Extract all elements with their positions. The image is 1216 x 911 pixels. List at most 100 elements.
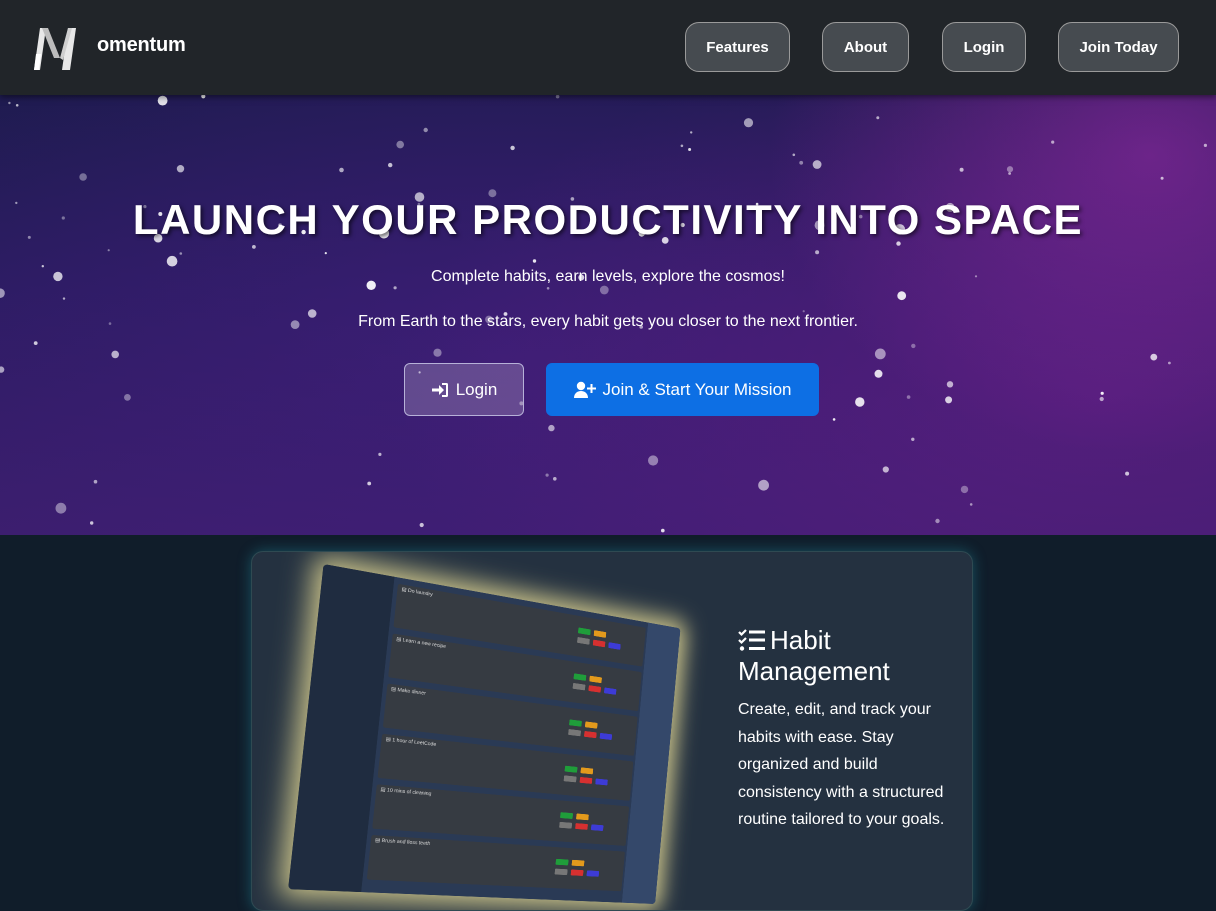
- preview-action-chip: [559, 822, 572, 829]
- preview-action-chip: [586, 870, 599, 876]
- nav-login-button[interactable]: Login: [942, 22, 1026, 72]
- star: [681, 145, 684, 148]
- star: [167, 256, 178, 267]
- star: [1168, 362, 1171, 365]
- preview-action-chip: [560, 812, 573, 819]
- preview-action-chip: [578, 627, 591, 635]
- hero-tagline: From Earth to the stars, every habit get…: [0, 313, 1216, 331]
- star: [744, 118, 753, 127]
- star: [945, 396, 952, 403]
- star: [688, 148, 691, 151]
- preview-action-chip: [577, 637, 590, 645]
- star: [433, 349, 441, 357]
- star: [803, 310, 805, 312]
- preview-action-chip: [594, 630, 607, 638]
- star: [56, 503, 67, 514]
- star: [378, 453, 381, 456]
- preview-action-chip: [556, 859, 569, 866]
- hero-join-label: Join & Start Your Mission: [603, 380, 792, 400]
- hero-join-button[interactable]: Join & Start Your Mission: [546, 363, 819, 416]
- preview-habit-row: ▤ Brush and floss teeth: [367, 835, 625, 891]
- star: [325, 252, 327, 254]
- habit-dashboard-screenshot: ▤ Do laundry ▤ Learn a new recipe ▤ Make d…: [288, 564, 680, 904]
- star: [34, 341, 38, 345]
- preview-action-chip: [573, 683, 586, 691]
- feature-description: Create, edit, and track your habits with…: [738, 696, 963, 834]
- star: [960, 168, 964, 172]
- preview-action-chip: [588, 685, 601, 692]
- preview-action-chip: [576, 813, 589, 820]
- star: [510, 146, 514, 150]
- star: [396, 141, 404, 149]
- star: [63, 297, 65, 299]
- star: [907, 395, 911, 399]
- star: [813, 160, 822, 169]
- nav-features-button[interactable]: Features: [685, 22, 790, 72]
- sign-in-icon: [431, 382, 449, 398]
- preview-action-chip: [565, 766, 578, 773]
- star: [0, 288, 5, 298]
- star: [546, 474, 549, 477]
- hero-section: LAUNCH YOUR PRODUCTIVITY INTO SPACE Comp…: [0, 95, 1216, 535]
- star: [961, 486, 968, 493]
- preview-action-chip: [568, 729, 581, 736]
- preview-action-chip: [600, 733, 613, 740]
- preview-action-chip: [580, 777, 593, 784]
- preview-habit-name: ▤ Do laundry: [401, 587, 433, 599]
- star: [553, 477, 557, 481]
- star: [111, 351, 119, 359]
- star: [252, 245, 256, 249]
- navbar: omentum Features About Login Join Today: [0, 0, 1216, 95]
- preview-action-chip: [569, 719, 582, 726]
- star: [758, 480, 769, 491]
- star: [876, 116, 879, 119]
- list-check-icon: [738, 628, 766, 652]
- star: [799, 161, 803, 165]
- preview-action-chip: [591, 824, 604, 831]
- brand-name: omentum: [97, 34, 186, 57]
- star: [94, 480, 98, 484]
- star: [339, 168, 344, 173]
- star: [0, 366, 4, 372]
- hero-login-label: Login: [456, 380, 498, 400]
- star: [158, 96, 168, 106]
- star: [556, 95, 560, 98]
- star: [600, 286, 609, 295]
- star: [1161, 177, 1164, 180]
- star: [533, 259, 536, 262]
- preview-action-chip: [585, 721, 598, 728]
- star: [548, 425, 554, 431]
- star: [875, 349, 886, 360]
- preview-habit-name: ▤ Learn a new recipe: [396, 636, 446, 650]
- feature-card-habit-management: ▤ Do laundry ▤ Learn a new recipe ▤ Make d…: [251, 551, 973, 911]
- star: [1101, 392, 1104, 395]
- nav-about-button[interactable]: About: [822, 22, 909, 72]
- star: [547, 287, 550, 290]
- star: [1051, 141, 1054, 144]
- star: [180, 252, 183, 255]
- star: [16, 104, 19, 107]
- star: [661, 529, 665, 533]
- star: [394, 286, 397, 289]
- star: [124, 394, 131, 401]
- star: [833, 418, 836, 421]
- preview-action-chip: [580, 767, 593, 774]
- star: [108, 249, 110, 251]
- preview-action-chip: [574, 673, 587, 681]
- star: [970, 503, 973, 506]
- feature-title: Habit Management: [738, 625, 938, 687]
- nav-join-button[interactable]: Join Today: [1058, 22, 1179, 72]
- preview-action-chip: [575, 823, 588, 830]
- brand[interactable]: omentum: [30, 24, 82, 72]
- star: [911, 438, 914, 441]
- preview-habit-name: ▤ Brush and floss teeth: [375, 837, 431, 847]
- star: [201, 95, 205, 98]
- preview-action-chip: [572, 860, 585, 867]
- star: [367, 482, 371, 486]
- hero-title: LAUNCH YOUR PRODUCTIVITY INTO SPACE: [0, 196, 1216, 244]
- user-plus-icon: [574, 381, 596, 399]
- hero-login-button[interactable]: Login: [404, 363, 524, 416]
- star: [883, 466, 889, 472]
- star: [1007, 166, 1013, 172]
- star: [648, 455, 658, 465]
